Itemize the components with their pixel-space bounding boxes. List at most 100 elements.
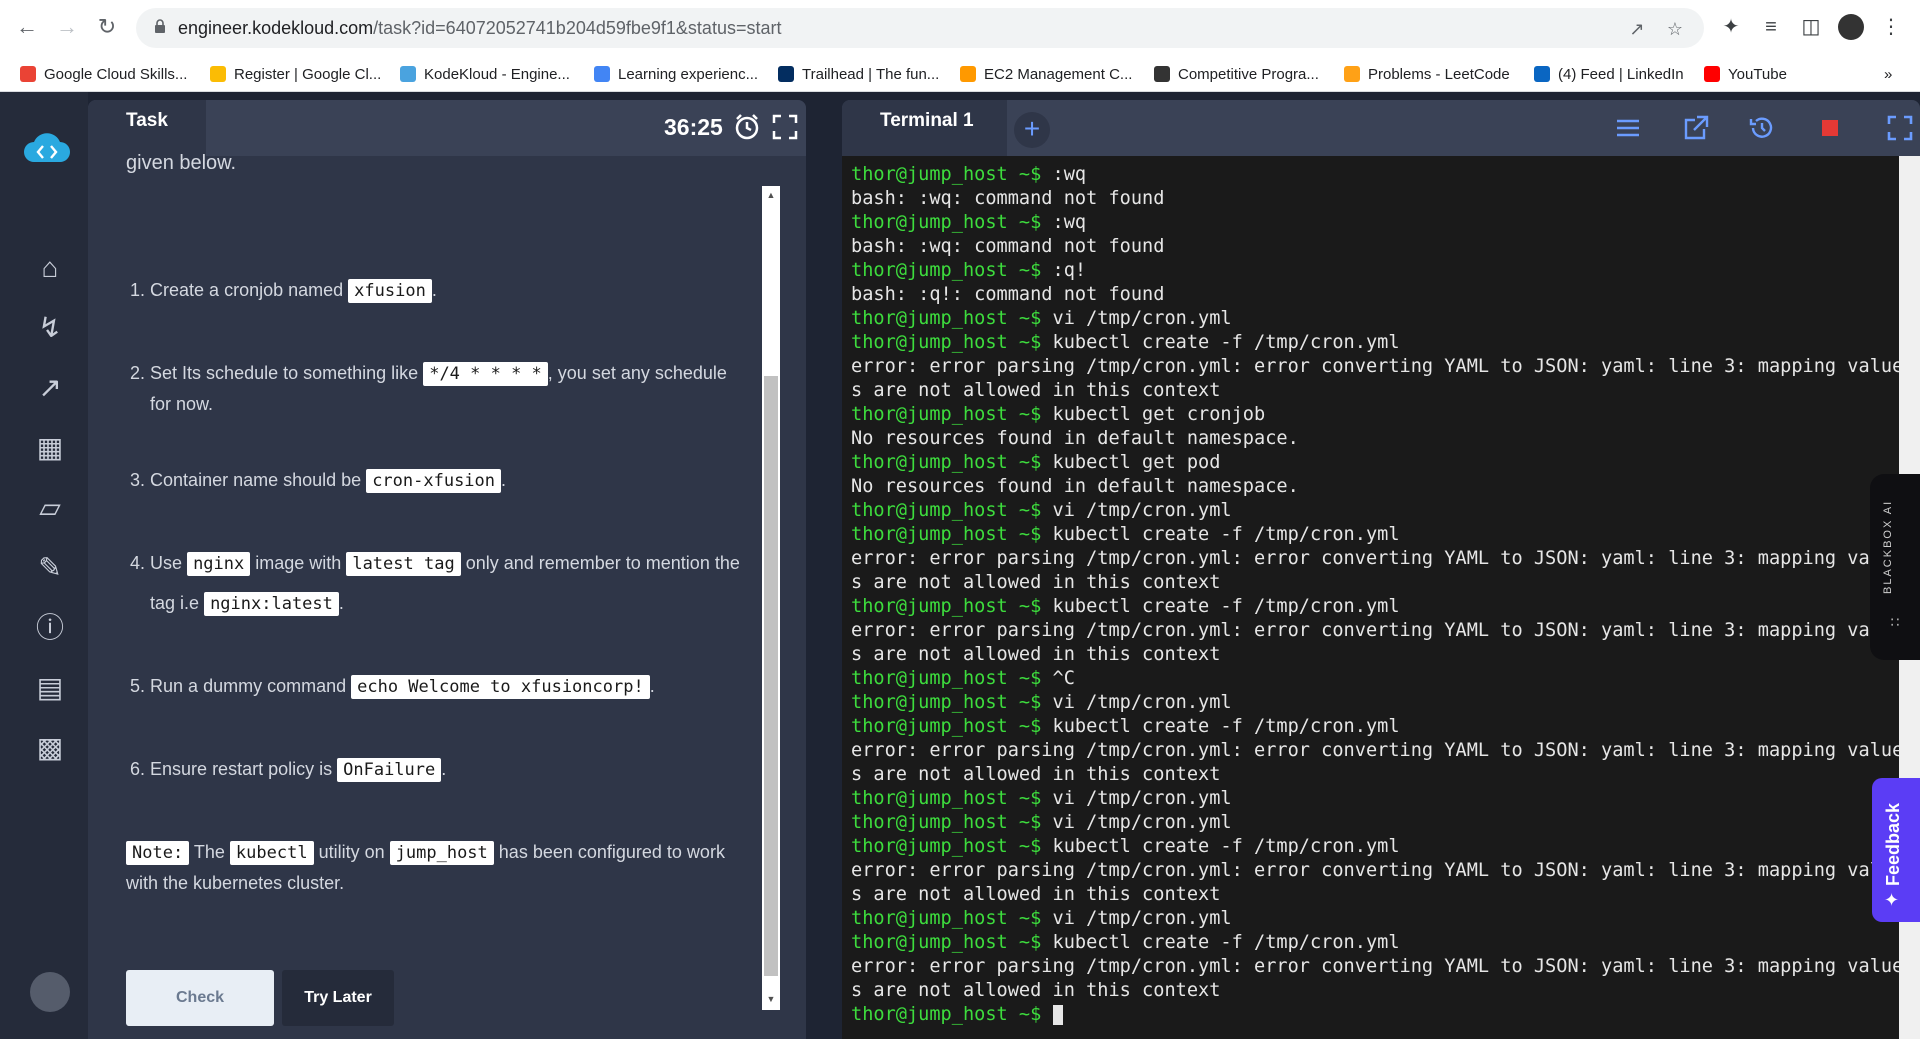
info-icon[interactable]: ⓘ: [30, 608, 70, 648]
learning-path-icon[interactable]: ↯: [30, 308, 70, 348]
book-icon[interactable]: ▤: [30, 668, 70, 708]
terminal-prompt: thor@jump_host ~$: [851, 524, 1042, 545]
terminal-text: vi /tmp/cron.yml: [1041, 812, 1232, 833]
terminal-line: error: error parsing /tmp/cron.yml: erro…: [851, 955, 1899, 979]
feedback-label: Feedback: [1883, 802, 1903, 886]
terminal-line: error: error parsing /tmp/cron.yml: erro…: [851, 547, 1892, 571]
task-panel: Task 36:25 given below. 1. Create a cron…: [88, 100, 806, 1039]
menu-kebab-icon[interactable]: ⋮: [1878, 14, 1904, 40]
side-panel-icon[interactable]: ◫: [1798, 14, 1824, 40]
bookmark-item[interactable]: YouTube: [1704, 64, 1787, 84]
note: Note: The kubectl utility on jump_host h…: [126, 841, 725, 865]
terminal-text: s are not allowed in this context: [851, 884, 1221, 905]
terminal-fullscreen-icon[interactable]: [1886, 114, 1914, 142]
fullscreen-icon[interactable]: [772, 114, 798, 140]
bookmark-item[interactable]: (4) Feed | LinkedIn: [1534, 64, 1684, 84]
step-2-cont: for now.: [150, 394, 214, 414]
try-later-button[interactable]: Try Later: [282, 970, 394, 1026]
terminal-line: thor@jump_host ~$ vi /tmp/cron.yml: [851, 307, 1232, 331]
task-description: given below. 1. Create a cronjob named x…: [88, 152, 750, 1039]
extensions-icon[interactable]: ✦: [1718, 14, 1744, 40]
bookmark-favicon-icon: [1344, 66, 1360, 82]
bookmark-item[interactable]: KodeKloud - Engine...: [400, 64, 570, 84]
feedback-tab[interactable]: Feedback ✦: [1872, 778, 1920, 922]
share-icon[interactable]: ↗: [1626, 18, 1648, 40]
leaderboard-icon[interactable]: ▱: [30, 488, 70, 528]
terminal-text: kubectl create -f /tmp/cron.yml: [1041, 596, 1400, 617]
terminal-line: thor@jump_host ~$: [851, 1003, 1063, 1027]
terminal-text: vi /tmp/cron.yml: [1041, 308, 1232, 329]
notes-icon[interactable]: ✎: [30, 548, 70, 588]
forward-icon[interactable]: →: [54, 14, 80, 40]
code-snippet: cron-xfusion: [366, 469, 502, 493]
terminal-line: thor@jump_host ~$ kubectl create -f /tmp…: [851, 595, 1400, 619]
check-button[interactable]: Check: [126, 970, 274, 1026]
terminal-line: thor@jump_host ~$ kubectl create -f /tmp…: [851, 931, 1400, 955]
history-icon[interactable]: [1748, 114, 1776, 142]
reload-icon[interactable]: ↻: [94, 14, 120, 40]
terminal-text: error: error parsing /tmp/cron.yml: erro…: [851, 548, 1893, 569]
open-external-icon[interactable]: [1682, 114, 1710, 142]
terminal-panel: Terminal 1 + thor@jump_host ~$ :wq bash: …: [842, 100, 1920, 1039]
bookmark-favicon-icon: [210, 66, 226, 82]
terminal-line: s are not allowed in this context: [851, 379, 1220, 403]
bookmark-favicon-icon: [1534, 66, 1550, 82]
terminal-output[interactable]: thor@jump_host ~$ :wq bash: :wq: command …: [842, 156, 1899, 1039]
code-snippet: */4 * * * *: [423, 362, 548, 386]
terminal-text: vi /tmp/cron.yml: [1041, 500, 1232, 521]
bookmark-item[interactable]: Learning experienc...: [594, 64, 758, 84]
bookmark-item[interactable]: EC2 Management C...: [960, 64, 1132, 84]
progress-chart-icon[interactable]: ↗: [30, 368, 70, 408]
chat-icon[interactable]: ▩: [30, 728, 70, 768]
intro-text: given below.: [126, 152, 237, 174]
terminal-line: thor@jump_host ~$ :q!: [851, 259, 1086, 283]
terminal-line: thor@jump_host ~$ vi /tmp/cron.yml: [851, 787, 1232, 811]
terminal-text: :wq: [1041, 212, 1087, 233]
star-icon[interactable]: ☆: [1664, 18, 1686, 40]
bookmark-item[interactable]: Register | Google Cl...: [210, 64, 381, 84]
tab-terminal-1[interactable]: Terminal 1: [842, 100, 1007, 156]
note-cont: with the kubernetes cluster.: [126, 873, 345, 893]
video-icon[interactable]: ▦: [30, 428, 70, 468]
terminal-prompt: thor@jump_host ~$: [851, 164, 1042, 185]
bookmark-favicon-icon: [1704, 66, 1720, 82]
bookmark-item[interactable]: Google Cloud Skills...: [20, 64, 187, 84]
code-snippet: jump_host: [389, 841, 494, 865]
task-scrollbar[interactable]: ▲ ▼: [762, 186, 780, 1010]
terminal-prompt: thor@jump_host ~$: [851, 812, 1042, 833]
user-avatar[interactable]: [30, 972, 70, 1012]
terminal-text: :wq: [1041, 164, 1087, 185]
bookmark-item[interactable]: Trailhead | The fun...: [778, 64, 939, 84]
scroll-up-icon[interactable]: ▲: [766, 190, 776, 200]
terminal-line: thor@jump_host ~$ kubectl get pod: [851, 451, 1220, 475]
menu-icon[interactable]: [1614, 114, 1642, 142]
terminal-line: s are not allowed in this context: [851, 571, 1220, 595]
bookmark-favicon-icon: [960, 66, 976, 82]
home-icon[interactable]: ⌂: [30, 248, 70, 288]
stop-icon[interactable]: [1816, 114, 1844, 142]
terminal-prompt: thor@jump_host ~$: [851, 932, 1042, 953]
bookmark-item[interactable]: Competitive Progra...: [1154, 64, 1319, 84]
address-bar[interactable]: engineer.kodekloud.com/task?id=640720527…: [136, 8, 1704, 48]
bookmarks-overflow[interactable]: »: [1884, 64, 1892, 84]
terminal-text: bash: :wq: command not found: [851, 188, 1165, 209]
terminal-text: bash: :q!: command not found: [851, 284, 1165, 305]
app-root: ⌂ ↯ ↗ ▦ ▱ ✎ ⓘ ▤ ▩ Task 36:25 given below…: [0, 92, 1920, 1039]
terminal-cursor: [1052, 1004, 1063, 1025]
code-snippet: latest tag: [346, 552, 461, 576]
back-icon[interactable]: ←: [14, 14, 40, 40]
bookmark-item[interactable]: Problems - LeetCode: [1344, 64, 1510, 84]
bookmark-favicon-icon: [594, 66, 610, 82]
scroll-thumb[interactable]: [764, 376, 778, 976]
tab-task[interactable]: Task: [88, 100, 206, 156]
terminal-text: kubectl get pod: [1041, 452, 1221, 473]
add-terminal-icon[interactable]: +: [1014, 112, 1050, 148]
media-icon[interactable]: ≡: [1758, 14, 1784, 40]
terminal-line: thor@jump_host ~$ kubectl create -f /tmp…: [851, 715, 1400, 739]
terminal-prompt: thor@jump_host ~$: [851, 308, 1042, 329]
profile-avatar[interactable]: [1838, 14, 1864, 40]
scroll-down-icon[interactable]: ▼: [766, 994, 776, 1004]
terminal-prompt: thor@jump_host ~$: [851, 716, 1042, 737]
blackbox-ai-widget[interactable]: BLACKBOX AI ∷: [1870, 474, 1920, 660]
terminal-text: kubectl get cronjob: [1041, 404, 1266, 425]
